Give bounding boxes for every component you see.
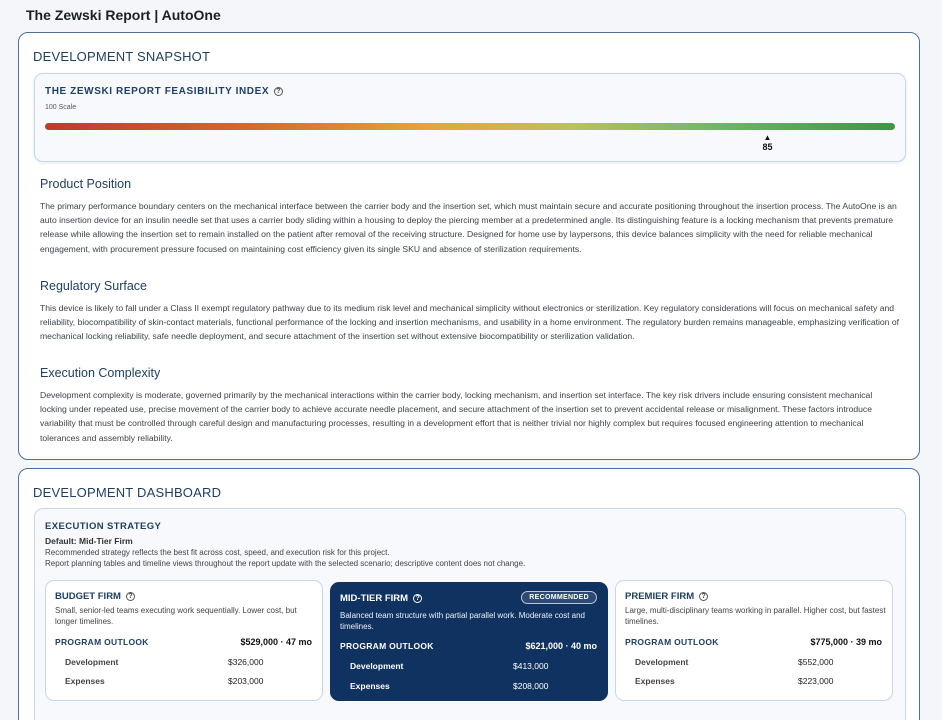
tier-description: Small, senior-led teams executing work s…: [55, 606, 297, 626]
app-title: The Zewski Report | AutoOne: [26, 7, 221, 23]
tier-name-text: PREMIER FIRM: [625, 591, 695, 602]
recommended-badge: RECOMMENDED: [521, 591, 597, 604]
expenses-label: Expenses: [350, 681, 390, 691]
index-scale-label: 100 Scale: [45, 104, 77, 111]
development-value: $413,000: [513, 661, 549, 671]
execution-strategy-panel: EXECUTION STRATEGY Default: Mid-Tier Fir…: [34, 508, 906, 720]
program-outlook-label: PROGRAM OUTLOOK: [55, 637, 149, 647]
feasibility-index-title-text: THE ZEWSKI REPORT FEASIBILITY INDEX: [45, 86, 270, 97]
strategy-default-label: Default: Mid-Tier Firm: [45, 536, 133, 546]
development-value: $326,000: [228, 657, 264, 667]
expenses-value: $203,000: [228, 676, 264, 686]
section-body-execution-complexity: Development complexity is moderate, gove…: [40, 390, 873, 443]
development-snapshot-card: DEVELOPMENT SNAPSHOT THE ZEWSKI REPORT F…: [18, 32, 920, 460]
program-outlook-label: PROGRAM OUTLOOK: [625, 637, 719, 647]
tier-card-budget[interactable]: BUDGET FIRM? Small, senior-led teams exe…: [45, 580, 323, 701]
strategy-note-2: Report planning tables and timeline view…: [45, 559, 526, 568]
index-value: 85: [762, 142, 773, 152]
development-label: Development: [350, 661, 404, 671]
section-heading-product-position: Product Position: [40, 177, 132, 191]
section-body-regulatory-surface: This device is likely to fall under a Cl…: [40, 303, 900, 342]
development-label: Development: [635, 657, 689, 667]
program-outlook-total: $529,000 · 47 mo: [240, 637, 312, 647]
program-outlook-total: $621,000 · 40 mo: [525, 641, 597, 651]
feasibility-index-title: THE ZEWSKI REPORT FEASIBILITY INDEX?: [45, 86, 284, 97]
help-icon[interactable]: ?: [413, 594, 423, 603]
section-heading-regulatory-surface: Regulatory Surface: [40, 279, 148, 293]
section-heading-execution-complexity: Execution Complexity: [40, 366, 161, 380]
help-icon[interactable]: ?: [125, 592, 135, 601]
development-dashboard-card: DEVELOPMENT DASHBOARD EXECUTION STRATEGY…: [18, 468, 920, 720]
section-body-product-position: The primary performance boundary centers…: [40, 201, 897, 254]
snapshot-title: DEVELOPMENT SNAPSHOT: [33, 49, 211, 64]
dashboard-title: DEVELOPMENT DASHBOARD: [33, 485, 222, 500]
help-icon[interactable]: ?: [699, 592, 709, 601]
program-outlook-label: PROGRAM OUTLOOK: [340, 641, 434, 651]
development-value: $552,000: [798, 657, 834, 667]
index-marker-icon: ▲: [763, 133, 772, 142]
expenses-label: Expenses: [65, 676, 105, 686]
tier-name: PREMIER FIRM?: [625, 591, 709, 602]
execution-strategy-title: EXECUTION STRATEGY: [45, 521, 162, 532]
tier-description: Large, multi-disciplinary teams working …: [625, 606, 886, 626]
tier-card-mid-tier[interactable]: MID-TIER FIRM? RECOMMENDED Balanced team…: [330, 582, 608, 701]
expenses-value: $223,000: [798, 676, 834, 686]
expenses-value: $208,000: [513, 681, 549, 691]
tier-name-text: MID-TIER FIRM: [340, 593, 409, 604]
development-label: Development: [65, 657, 119, 667]
tier-name: MID-TIER FIRM?: [340, 593, 423, 604]
program-outlook-total: $775,000 · 39 mo: [810, 637, 882, 647]
help-icon[interactable]: ?: [274, 87, 284, 96]
strategy-note-1: Recommended strategy reflects the best f…: [45, 548, 390, 557]
expenses-label: Expenses: [635, 676, 675, 686]
tier-name-text: BUDGET FIRM: [55, 591, 121, 602]
feasibility-gradient-bar: [45, 123, 895, 130]
tier-name: BUDGET FIRM?: [55, 591, 135, 602]
tier-card-premier[interactable]: PREMIER FIRM? Large, multi-disciplinary …: [615, 580, 893, 701]
tier-description: Balanced team structure with partial par…: [340, 611, 586, 631]
feasibility-index-panel: THE ZEWSKI REPORT FEASIBILITY INDEX? 100…: [34, 73, 906, 162]
